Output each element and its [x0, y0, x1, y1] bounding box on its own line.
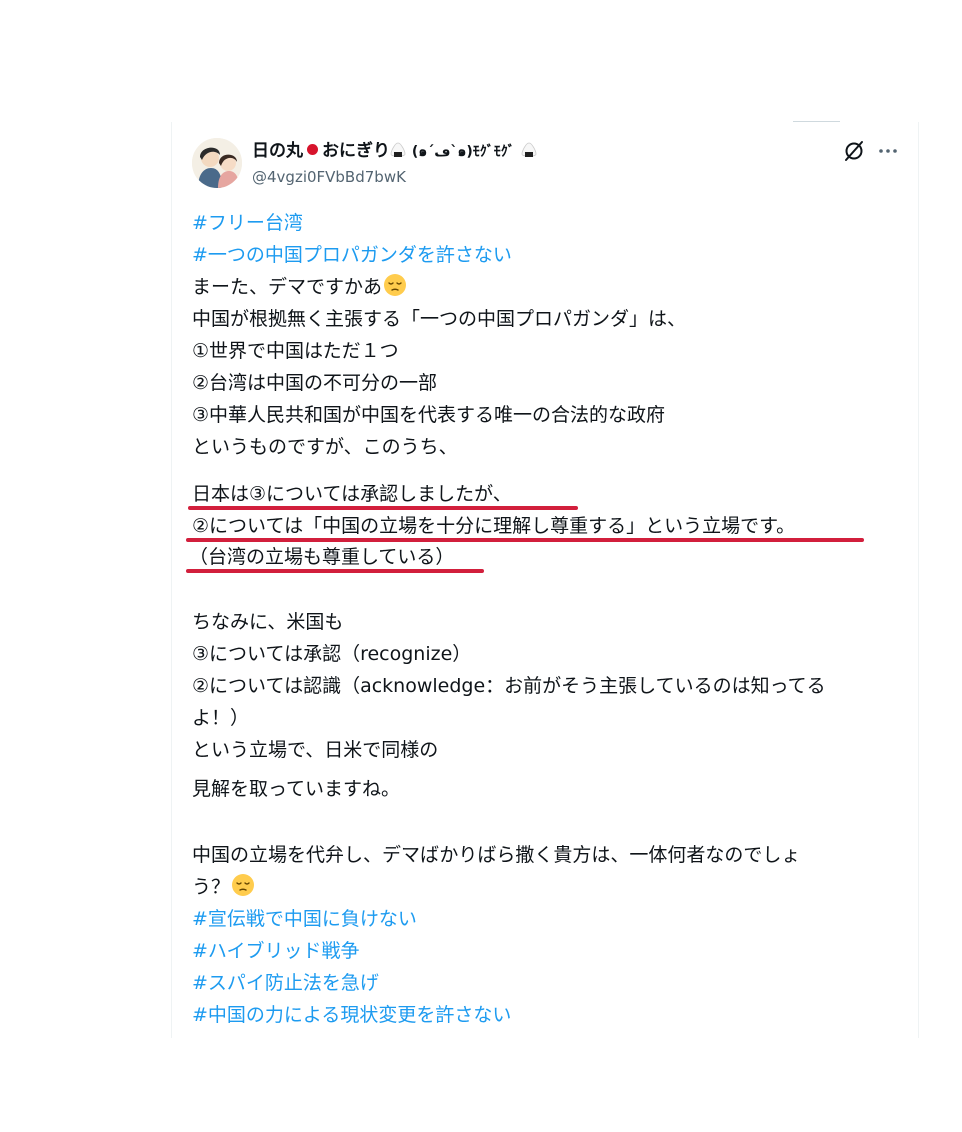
tweet-text-line: 中国が根拠無く主張する「一つの中国プロパガンダ」は、 [192, 308, 687, 330]
avatar-illustration [192, 138, 242, 188]
hashtag-link[interactable]: #スパイ防止法を急げ [192, 967, 379, 999]
tweet-text-line: 中国の立場を代弁し、デマばかりばら撒く貴方は、一体何者なのでしょ [192, 844, 801, 866]
card-top-edge [793, 121, 840, 122]
tweet-text-line: というものですが、このうち、 [192, 436, 458, 458]
tweet-text-line: 見解を取っていますね。 [192, 778, 401, 800]
pensive-face-icon [232, 874, 255, 896]
hashtag-link[interactable]: #フリー台湾 [192, 207, 303, 239]
user-handle[interactable]: @4vgzi0FVbBd7bwK [252, 166, 406, 188]
hashtag-link[interactable]: #一つの中国プロパガンダを許さない [192, 239, 512, 271]
tweet-text-line: ②については認識（acknowledge：お前がそう主張しているのは知ってる [192, 675, 826, 697]
display-name[interactable]: 日の丸 おにぎり (๑´ڡ`๑)ﾓｸﾞﾓｸﾞ [252, 139, 537, 164]
tweet-text-line: まーた、デマですかあ [192, 271, 407, 303]
japan-flag-icon [307, 144, 318, 155]
hashtag-link[interactable]: #ハイブリッド戦争 [192, 935, 360, 967]
card-border-left [171, 122, 172, 1038]
red-underline [186, 569, 484, 573]
display-name-text: 日の丸 [252, 141, 303, 161]
tweet-text-line: ②台湾は中国の不可分の一部 [192, 372, 438, 394]
display-name-kaomoji: (๑´ڡ`๑)ﾓｸﾞﾓｸﾞ [411, 144, 515, 160]
card-border-right [918, 122, 919, 1038]
tweet-text-line: ちなみに、米国も [192, 611, 344, 633]
onigiri-icon [521, 142, 537, 157]
hashtag-link[interactable]: #中国の力による現状変更を許さない [192, 999, 511, 1031]
onigiri-icon [390, 142, 406, 157]
avatar[interactable] [192, 138, 242, 188]
tweet-text-segment: う？ [192, 876, 231, 898]
tweet-text-line: ③中華人民共和国が中国を代表する唯一の合法的な政府 [192, 404, 666, 426]
tweet-text-line: よ！） [192, 707, 250, 729]
tweet-text-line: ③については承認（recognize） [192, 643, 472, 665]
hashtag-link[interactable]: #宣伝戦で中国に負けない [192, 903, 417, 935]
tweet-text-segment: まーた、デマですかあ [192, 276, 383, 298]
tweet-text-line: ①世界で中国はただ１つ [192, 340, 399, 362]
display-name-mid: おにぎり [322, 141, 390, 161]
tweet-text-line: という立場で、日米で同様の [192, 739, 439, 761]
more-icon[interactable] [876, 139, 900, 163]
pensive-face-icon [384, 274, 407, 296]
tweet-text-line: う？ [192, 871, 255, 903]
grok-icon[interactable] [842, 139, 866, 163]
